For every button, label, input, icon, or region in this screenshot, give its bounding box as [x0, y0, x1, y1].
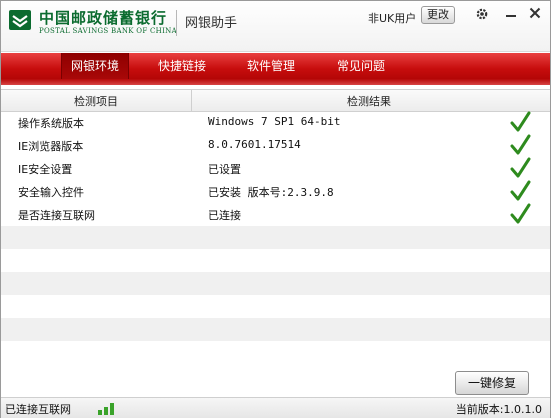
tab-online-banking-env[interactable]: 网银环境: [61, 53, 129, 79]
table-row: IE浏览器版本 8.0.7601.17514: [1, 134, 550, 157]
check-icon: [510, 180, 531, 201]
user-type-label: 非UK用户: [368, 12, 417, 25]
empty-row: [1, 249, 550, 272]
tab-quick-links[interactable]: 快捷链接: [149, 53, 215, 79]
check-icon: [510, 203, 531, 224]
tab-software-management[interactable]: 软件管理: [238, 53, 304, 79]
app-title: 网银助手: [185, 16, 238, 31]
check-icon: [510, 157, 531, 178]
column-header-item: 检测项目: [74, 95, 118, 108]
table-header: 检测项目 检测结果: [1, 89, 550, 112]
row-result: 已设置: [208, 163, 241, 176]
tab-faq[interactable]: 常见问题: [328, 53, 394, 79]
row-result: 8.0.7601.17514: [208, 138, 301, 151]
empty-row: [1, 226, 550, 249]
gear-icon[interactable]: [474, 7, 490, 23]
column-header-result: 检测结果: [347, 95, 391, 108]
signal-strength-icon: [98, 403, 114, 415]
table-row: IE安全设置 已设置: [1, 157, 550, 180]
one-click-repair-button[interactable]: 一键修复: [455, 371, 529, 395]
connection-status: 已连接互联网: [5, 403, 71, 416]
nav-bar: 网银环境 快捷链接 软件管理 常见问题: [1, 53, 550, 79]
row-result: Windows 7 SP1 64-bit: [208, 115, 341, 128]
minimize-icon[interactable]: [503, 7, 519, 23]
row-item: 是否连接互联网: [18, 209, 95, 222]
empty-row: [1, 272, 550, 295]
table-row: 是否连接互联网 已连接: [1, 203, 550, 226]
nav-underline: [1, 79, 550, 85]
app-window: 中国邮政储蓄银行 POSTAL SAVINGS BANK OF CHINA 网银…: [0, 0, 551, 418]
empty-row: [1, 295, 550, 318]
column-divider: [191, 90, 192, 111]
status-bar: 已连接互联网 当前版本:1.0.1.0: [1, 397, 550, 418]
title-divider: [176, 10, 177, 36]
current-version: 当前版本:1.0.1.0: [455, 403, 542, 416]
empty-row: [1, 318, 550, 341]
row-item: IE浏览器版本: [18, 140, 84, 153]
check-icon: [510, 134, 531, 155]
change-user-button[interactable]: 更改: [421, 6, 455, 24]
empty-row: [1, 341, 550, 364]
row-item: IE安全设置: [18, 163, 73, 176]
row-result: 已安装 版本号:2.3.9.8: [208, 186, 334, 199]
row-result: 已连接: [208, 209, 241, 222]
close-icon[interactable]: [527, 7, 543, 23]
table-row: 安全输入控件 已安装 版本号:2.3.9.8: [1, 180, 550, 203]
postal-bank-logo: [9, 10, 31, 30]
title-bar: 中国邮政储蓄银行 POSTAL SAVINGS BANK OF CHINA 网银…: [1, 1, 550, 52]
bank-name-cn: 中国邮政储蓄银行: [39, 9, 168, 27]
check-results-list: 操作系统版本 Windows 7 SP1 64-bit IE浏览器版本 8.0.…: [1, 111, 550, 364]
bank-name-en: POSTAL SAVINGS BANK OF CHINA: [39, 27, 177, 35]
row-item: 操作系统版本: [18, 117, 84, 130]
table-row: 操作系统版本 Windows 7 SP1 64-bit: [1, 111, 550, 134]
row-item: 安全输入控件: [18, 186, 84, 199]
check-icon: [510, 111, 531, 132]
